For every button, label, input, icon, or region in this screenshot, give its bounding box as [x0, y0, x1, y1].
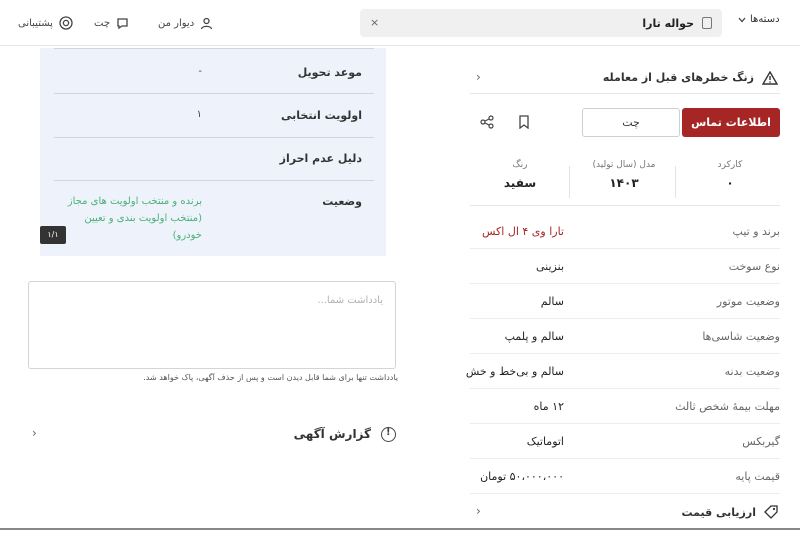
- top-bar: پشتیبانی چت دیوار من حواله تارا × دسته‌ه…: [0, 0, 800, 46]
- attr-label: مهلت بیمهٔ شخص ثالث: [675, 400, 780, 413]
- categories-menu[interactable]: دسته‌ها: [738, 14, 780, 25]
- attr-label: قیمت پایه: [735, 470, 780, 483]
- info-row-rejection-reason: دلیل عدم احراز: [54, 137, 374, 180]
- info-row-delivery: موعد تحویل -: [54, 48, 374, 93]
- warning-row[interactable]: زنگ خطرهای قبل از معامله ‹: [470, 62, 780, 94]
- support-link[interactable]: پشتیبانی: [18, 14, 73, 32]
- search-city: حواله تارا: [642, 16, 694, 30]
- support-label: پشتیبانی: [18, 17, 53, 29]
- attr-value: اتوماتیک: [526, 435, 564, 448]
- stat-value: ۱۴۰۳: [609, 176, 639, 190]
- info-label: اولویت انتخابی: [281, 109, 362, 122]
- attr-row-fuel: نوع سوخت بنزینی: [470, 249, 780, 284]
- price-evaluation-label: ارزیابی قیمت: [681, 505, 757, 519]
- action-bar: اطلاعات تماس چت: [470, 108, 780, 138]
- attr-value: ۵۰،۰۰۰،۰۰۰ تومان: [480, 470, 564, 483]
- share-icon[interactable]: [480, 115, 494, 129]
- city-chip-icon: [702, 17, 712, 29]
- stat-label: رنگ: [512, 160, 528, 170]
- attr-row-engine: وضعیت موتور سالم: [470, 284, 780, 319]
- stat-value: سفید: [503, 176, 537, 190]
- chevron-left-icon: ‹: [476, 70, 481, 84]
- attr-value: سالم و پلمپ: [504, 330, 564, 343]
- warning-text: زنگ خطرهای قبل از معامله: [602, 71, 754, 84]
- attr-row-body: وضعیت بدنه سالم و بی‌خط و خش: [466, 354, 780, 389]
- attr-row-brand: برند و تیپ تارا وی ۴ ال اکس: [470, 214, 780, 249]
- status-value: برنده و منتخب اولویت های مجاز (منتخب اول…: [67, 196, 202, 241]
- attr-label: وضعیت موتور: [716, 295, 780, 308]
- alert-circle-icon: [381, 426, 396, 442]
- attr-row-base-price: قیمت پایه ۵۰،۰۰۰،۰۰۰ تومان: [470, 459, 780, 494]
- info-value: -: [198, 66, 202, 77]
- note-placeholder: یادداشت شما...: [317, 295, 383, 306]
- stats-row: کارکرد ۰ مدل (سال تولید) ۱۴۰۳ رنگ سفید: [470, 160, 780, 206]
- chevron-left-icon: ‹: [476, 504, 481, 518]
- attr-label: گیربکس: [742, 435, 780, 448]
- info-label: موعد تحویل: [297, 66, 362, 79]
- search-bar[interactable]: حواله تارا ×: [360, 9, 722, 37]
- contact-info-button[interactable]: اطلاعات تماس: [682, 108, 780, 137]
- report-ad-button[interactable]: گزارش آگهی ‹: [28, 420, 398, 448]
- warning-triangle-icon: [762, 70, 778, 85]
- stat-value: ۰: [726, 176, 734, 190]
- attr-value: بنزینی: [536, 260, 564, 273]
- note-textarea[interactable]: یادداشت شما...: [28, 281, 396, 369]
- report-label: گزارش آگهی: [293, 427, 371, 441]
- attr-row-insurance: مهلت بیمهٔ شخص ثالث ۱۲ ماه: [470, 389, 780, 424]
- info-row-status: وضعیت برنده و منتخب اولویت های مجاز (منت…: [54, 180, 374, 256]
- chevron-left-icon: ‹: [32, 426, 37, 440]
- bookmark-icon[interactable]: [518, 115, 530, 129]
- my-divar-label: دیوار من: [158, 17, 195, 29]
- info-value: ۱: [196, 109, 202, 120]
- stat-label: کارکرد: [717, 160, 743, 170]
- attr-row-chassis: وضعیت شاسی‌ها سالم و پلمپ: [470, 319, 780, 354]
- clear-search-icon[interactable]: ×: [370, 16, 379, 29]
- chat-link-label: چت: [94, 17, 111, 29]
- my-divar-link[interactable]: دیوار من: [158, 14, 213, 32]
- chat-button[interactable]: چت: [582, 108, 680, 137]
- chat-link[interactable]: چت: [94, 14, 129, 32]
- price-tag-icon: [764, 505, 778, 519]
- lifebuoy-icon: [59, 16, 73, 30]
- attr-label: نوع سوخت: [728, 260, 780, 273]
- note-hint: یادداشت تنها برای شما قابل دیدن است و پس…: [143, 373, 398, 382]
- attr-label: وضعیت شاسی‌ها: [702, 330, 780, 343]
- page-bottom-divider: [0, 528, 800, 530]
- stat-label: مدل (سال تولید): [592, 160, 656, 170]
- stat-mileage: کارکرد ۰: [680, 160, 780, 190]
- chat-bubble-icon: [117, 17, 128, 29]
- attr-label: وضعیت بدنه: [724, 365, 780, 378]
- stat-model-year: مدل (سال تولید) ۱۴۰۳: [574, 160, 674, 190]
- attr-label: برند و تیپ: [732, 225, 780, 238]
- price-evaluation-row[interactable]: ارزیابی قیمت ‹: [470, 500, 780, 524]
- stat-divider: [675, 166, 676, 198]
- user-icon: [201, 17, 213, 29]
- chevron-down-icon: [738, 17, 746, 22]
- info-label: وضعیت: [322, 195, 362, 208]
- attr-value: سالم و بی‌خط و خش: [465, 365, 564, 378]
- brand-link[interactable]: تارا وی ۴ ال اکس: [482, 225, 564, 238]
- categories-label: دسته‌ها: [750, 14, 780, 25]
- attr-value: ۱۲ ماه: [533, 400, 564, 413]
- media-counter-badge: ۱/۱: [40, 226, 66, 244]
- attr-row-gearbox: گیربکس اتوماتیک: [470, 424, 780, 459]
- info-table-card: موعد تحویل - اولویت انتخابی ۱ دلیل عدم ا…: [40, 48, 386, 256]
- info-row-priority: اولویت انتخابی ۱: [54, 93, 374, 137]
- info-label: دلیل عدم احراز: [279, 152, 362, 165]
- stat-color: رنگ سفید: [470, 160, 570, 190]
- attr-value: سالم: [540, 295, 564, 308]
